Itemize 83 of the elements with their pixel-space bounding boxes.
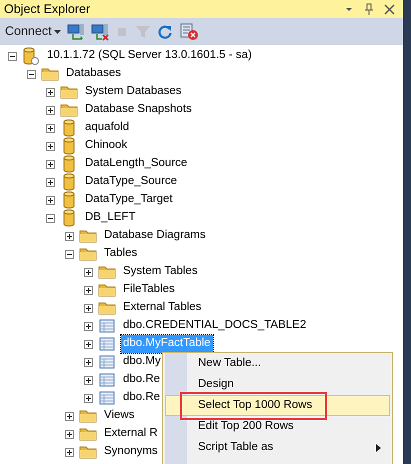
- menu-item[interactable]: New Table...: [165, 353, 390, 374]
- connect-icon[interactable]: [66, 22, 85, 40]
- tree-item[interactable]: dbo.Re: [121, 371, 162, 389]
- tree-item[interactable]: Databases: [64, 65, 123, 83]
- expander-icon[interactable]: [46, 106, 55, 114]
- folder-icon: [79, 427, 97, 441]
- expander-icon[interactable]: [65, 412, 74, 420]
- expander-icon[interactable]: [46, 124, 55, 132]
- folder-icon: [98, 283, 116, 297]
- folder-icon: [60, 103, 78, 117]
- expander-icon[interactable]: [46, 178, 55, 186]
- tree-item[interactable]: Database Snapshots: [83, 101, 194, 119]
- expander-icon[interactable]: [8, 52, 17, 60]
- tree-item[interactable]: External R: [102, 425, 160, 443]
- tree-item[interactable]: Database Diagrams: [102, 227, 208, 245]
- expander-icon[interactable]: [84, 286, 93, 294]
- tree-item[interactable]: 10.1.1.72 (SQL Server 13.0.1601.5 - sa): [45, 47, 254, 65]
- caret-icon: [54, 30, 61, 34]
- database-icon: [62, 209, 76, 227]
- table-icon: [99, 319, 115, 333]
- expander-icon[interactable]: [84, 394, 93, 402]
- tree-item[interactable]: Chinook: [83, 137, 130, 155]
- folder-icon: [98, 265, 116, 279]
- menu-item[interactable]: Design: [165, 374, 390, 395]
- database-icon: [62, 137, 76, 155]
- tree-item[interactable]: DataLength_Source: [83, 155, 190, 173]
- tree-item[interactable]: Tables: [102, 245, 140, 263]
- tree-item[interactable]: External Tables: [121, 299, 204, 317]
- tree-item[interactable]: dbo.Re: [121, 389, 162, 407]
- tree-item[interactable]: aquafold: [83, 119, 132, 137]
- expander-icon[interactable]: [65, 430, 74, 438]
- close-icon[interactable]: [384, 4, 395, 14]
- menu-item[interactable]: Edit Top 200 Rows: [165, 416, 390, 437]
- table-icon: [99, 355, 115, 369]
- expander-icon[interactable]: [46, 88, 55, 96]
- tree-item[interactable]: DataType_Source: [83, 173, 180, 191]
- folder-icon: [79, 409, 97, 423]
- refresh-icon[interactable]: [156, 24, 173, 40]
- submenu-arrow-icon: [376, 444, 381, 452]
- table-icon: [99, 373, 115, 387]
- database-icon: [62, 191, 76, 209]
- database-icon: [62, 155, 76, 173]
- expander-icon[interactable]: [65, 448, 74, 456]
- folder-icon: [41, 67, 59, 81]
- tree-item[interactable]: dbo.CREDENTIAL_DOCS_TABLE2: [121, 317, 308, 335]
- expander-icon[interactable]: [27, 70, 36, 78]
- connect-button[interactable]: Connect: [5, 22, 61, 41]
- folder-icon: [79, 229, 97, 243]
- database-icon: [62, 119, 76, 137]
- tree-item[interactable]: System Tables: [121, 263, 200, 281]
- tree-item[interactable]: System Databases: [83, 83, 184, 101]
- expander-icon[interactable]: [84, 358, 93, 366]
- expander-icon[interactable]: [84, 340, 93, 348]
- expander-icon[interactable]: [65, 250, 74, 258]
- expander-icon[interactable]: [46, 214, 55, 222]
- expander-icon[interactable]: [84, 304, 93, 312]
- tree-item[interactable]: dbo.My: [121, 353, 163, 371]
- server-icon: [22, 47, 40, 65]
- menu-item[interactable]: Script Table as: [165, 437, 390, 458]
- menu-item[interactable]: Select Top 1000 Rows: [165, 395, 390, 416]
- expander-icon[interactable]: [84, 268, 93, 276]
- table-icon: [99, 391, 115, 405]
- folder-icon: [60, 85, 78, 99]
- folder-icon: [79, 445, 97, 459]
- activity-monitor-icon[interactable]: [178, 22, 199, 40]
- tree-item[interactable]: Synonyms: [102, 443, 160, 461]
- folder-icon: [98, 301, 116, 315]
- expander-icon[interactable]: [84, 322, 93, 330]
- expander-icon[interactable]: [46, 142, 55, 150]
- tree-item[interactable]: Views: [102, 407, 136, 425]
- disconnect-icon[interactable]: [90, 22, 109, 40]
- tree-item[interactable]: FileTables: [121, 281, 177, 299]
- database-icon: [62, 173, 76, 191]
- table-icon: [99, 337, 115, 351]
- expander-icon[interactable]: [46, 160, 55, 168]
- tree-item[interactable]: DataType_Target: [83, 191, 175, 209]
- folder-icon: [79, 247, 97, 261]
- expander-icon[interactable]: [65, 232, 74, 240]
- pin-icon[interactable]: [364, 3, 374, 15]
- expander-icon[interactable]: [46, 196, 55, 204]
- expander-icon[interactable]: [84, 376, 93, 384]
- tree-item[interactable]: DB_LEFT: [83, 209, 138, 227]
- window-title: Object Explorer: [4, 0, 92, 18]
